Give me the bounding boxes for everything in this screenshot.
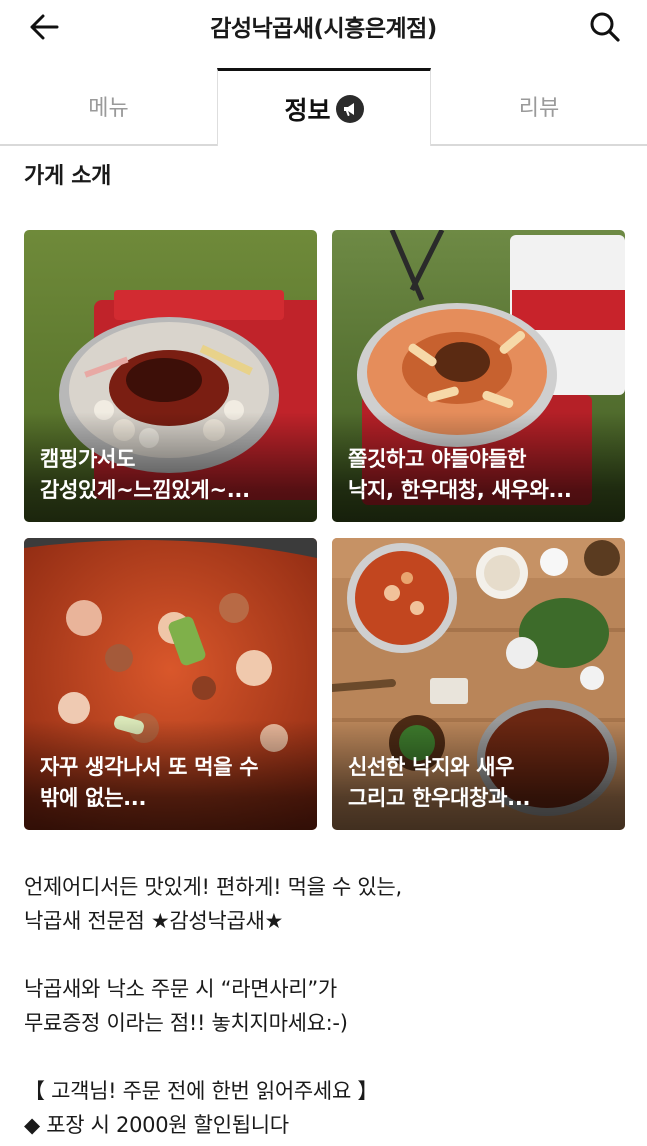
app-header: 감성낙곱새(시흥은계점) <box>0 0 647 56</box>
tab-menu[interactable]: 메뉴 <box>0 68 217 146</box>
tab-review[interactable]: 리뷰 <box>431 68 647 146</box>
tab-info[interactable]: 정보 <box>217 68 431 146</box>
intro-card[interactable]: 쫄깃하고 야들야들한 낙지, 한우대창, 새우와... <box>332 230 625 522</box>
card-caption-line: 감성있게~느낌있게~... <box>40 478 250 502</box>
search-button[interactable] <box>587 10 623 44</box>
page-title: 감성낙곱새(시흥은계점) <box>210 16 437 42</box>
card-caption-line: 신선한 낙지와 새우 <box>348 755 515 779</box>
intro-card[interactable]: 캠핑가서도 감성있게~느낌있게~... <box>24 230 317 522</box>
tab-label: 리뷰 <box>518 96 560 121</box>
card-caption-line: 캠핑가서도 <box>40 447 136 471</box>
card-caption-line: 밖에 없는... <box>40 786 147 810</box>
card-caption-line: 자꾸 생각나서 또 먹을 수 <box>40 755 259 779</box>
card-caption: 자꾸 생각나서 또 먹을 수 밖에 없는... <box>40 752 303 814</box>
store-description: 언제어디서든 맛있게! 편하게! 먹을 수 있는, 낙곱새 전문점 ★감성낙곱새… <box>24 870 624 1142</box>
section-title: 가게 소개 <box>24 164 112 189</box>
description-line: 무료증정 이라는 점!! 놓치지마세요:-) <box>24 1011 348 1035</box>
card-caption-line: 쫄깃하고 야들야들한 <box>348 447 527 471</box>
description-line: 낙곱새 전문점 ★감성낙곱새★ <box>24 909 284 933</box>
description-line: 언제어디서든 맛있게! 편하게! 먹을 수 있는, <box>24 875 402 899</box>
tab-label: 메뉴 <box>88 96 129 121</box>
tab-label: 정보 <box>284 95 331 125</box>
back-button[interactable] <box>26 12 62 42</box>
description-line: 낙곱새와 낙소 주문 시 “라면사리”가 <box>24 977 337 1001</box>
tab-bar: 메뉴 정보 리뷰 <box>0 68 647 146</box>
card-caption: 캠핑가서도 감성있게~느낌있게~... <box>40 444 303 506</box>
card-caption-line: 낙지, 한우대창, 새우와... <box>348 478 572 502</box>
megaphone-icon <box>335 94 364 123</box>
card-caption-line: 그리고 한우대창과... <box>348 786 531 810</box>
description-line: ◆ 포장 시 2000원 할인됩니다 <box>24 1113 289 1137</box>
search-icon <box>590 12 620 42</box>
arrow-left-icon <box>30 14 59 40</box>
intro-card[interactable]: 자꾸 생각나서 또 먹을 수 밖에 없는... <box>24 538 317 830</box>
intro-card[interactable]: 신선한 낙지와 새우 그리고 한우대창과... <box>332 538 625 830</box>
card-caption: 쫄깃하고 야들야들한 낙지, 한우대창, 새우와... <box>348 444 611 506</box>
card-caption: 신선한 낙지와 새우 그리고 한우대창과... <box>348 752 611 814</box>
description-line: 【 고객님! 주문 전에 한번 읽어주세요 】 <box>24 1079 379 1103</box>
